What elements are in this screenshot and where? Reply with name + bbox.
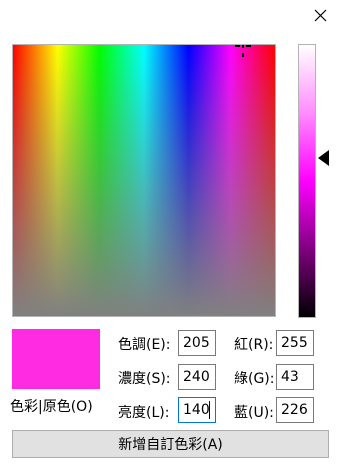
saturation-input[interactable]	[178, 364, 216, 390]
spectrum-crosshair-icon	[233, 45, 253, 57]
color-preview-swatch	[12, 329, 100, 389]
luminance-label: 亮度(L):	[118, 405, 170, 421]
green-input[interactable]	[276, 364, 314, 390]
text-caret	[209, 401, 210, 419]
luminance-input[interactable]	[178, 397, 216, 423]
luminance-slider-arrow-icon[interactable]	[318, 150, 329, 166]
color-spectrum[interactable]	[12, 44, 276, 317]
red-input[interactable]	[276, 330, 314, 356]
add-to-custom-colors-button[interactable]: 新增自訂色彩(A)	[12, 430, 329, 458]
red-label: 紅(R):	[234, 337, 274, 353]
green-label: 綠(G):	[234, 371, 275, 387]
blue-input[interactable]	[276, 397, 314, 423]
hue-input[interactable]	[178, 330, 216, 356]
hue-label: 色調(E):	[118, 337, 171, 353]
close-button[interactable]	[303, 0, 337, 30]
close-icon	[314, 9, 326, 21]
luminance-bar[interactable]	[298, 44, 316, 318]
blue-label: 藍(U):	[234, 405, 274, 421]
color-solid-label[interactable]: 色彩|原色(O)	[10, 396, 93, 416]
saturation-label: 濃度(S):	[118, 371, 171, 387]
